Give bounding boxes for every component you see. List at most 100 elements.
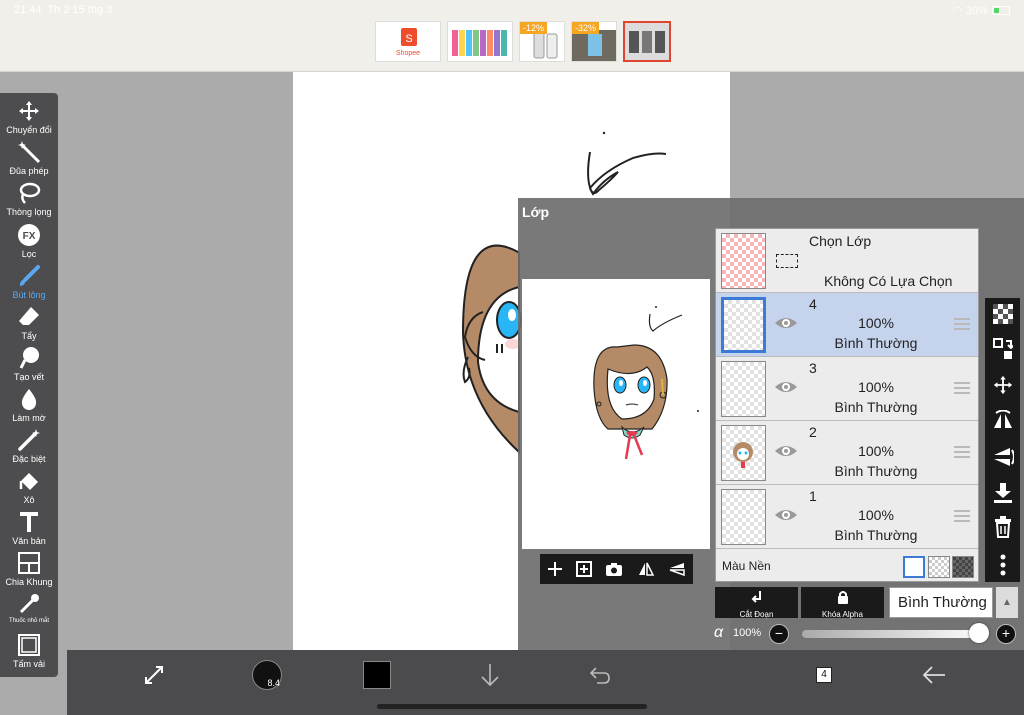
visibility-eye-icon[interactable] xyxy=(774,443,798,464)
layer-row[interactable]: 2 100% Bình Thường xyxy=(716,421,978,485)
tool-eraser[interactable]: Tẩy xyxy=(0,305,58,341)
ad-thumbnail-shopee[interactable]: S Shopee xyxy=(375,21,441,62)
tool-label: Tẩy xyxy=(21,331,37,341)
tool-magic-wand[interactable]: Đũa phép xyxy=(0,140,58,176)
alpha-lock-button[interactable]: Khóa Alpha xyxy=(801,587,884,619)
more-options-icon[interactable] xyxy=(985,554,1020,576)
merge-down-icon[interactable] xyxy=(985,482,1020,504)
tool-label: Tấm vải xyxy=(12,659,45,669)
undo-button[interactable] xyxy=(585,650,615,700)
color-picker-button[interactable] xyxy=(359,650,395,700)
ad-thumbnail-phone[interactable]: -12% xyxy=(519,21,565,62)
layer-opacity: 100% xyxy=(858,507,894,523)
arrow-left-icon xyxy=(922,666,945,684)
opacity-slider-knob[interactable] xyxy=(969,623,989,643)
drag-handle-icon[interactable] xyxy=(954,446,970,461)
blend-mode-select[interactable]: Bình Thường xyxy=(889,587,993,618)
layer-row[interactable]: 1 100% Bình Thường xyxy=(716,485,978,549)
flip-layer-vertical-icon[interactable] xyxy=(985,446,1020,468)
visibility-eye-icon[interactable] xyxy=(774,315,798,336)
layer-list: Chọn Lớp Không Có Lựa Chọn 4 100% Bình T… xyxy=(715,228,979,582)
tool-blur[interactable]: Làm mờ xyxy=(0,387,58,423)
opacity-decrease-button[interactable]: − xyxy=(769,624,789,644)
layer-row[interactable]: 3 100% Bình Thường xyxy=(716,357,978,421)
transform-arrows-icon xyxy=(145,666,163,684)
drag-handle-icon[interactable] xyxy=(954,318,970,333)
layer-row[interactable]: 4 100% Bình Thường xyxy=(716,293,978,357)
special-brush-icon xyxy=(18,429,40,451)
discount-badge: -32% xyxy=(572,22,600,34)
brush-size-button[interactable]: 8.4 xyxy=(247,650,287,700)
background-white-swatch[interactable] xyxy=(903,556,925,578)
blur-drop-icon xyxy=(21,389,37,410)
tool-canvas[interactable]: Tấm vải xyxy=(0,633,58,669)
brush-icon xyxy=(20,265,40,286)
layer-number: 2 xyxy=(809,424,817,440)
background-dark-swatch[interactable] xyxy=(952,556,974,578)
background-color-label: Màu Nền xyxy=(722,559,771,573)
flip-layer-horizontal-icon[interactable] xyxy=(985,410,1020,432)
checker-icon[interactable] xyxy=(985,304,1020,324)
ad-thumbnail-pens[interactable] xyxy=(447,21,513,62)
duplicate-layer-icon[interactable] xyxy=(576,561,593,577)
background-transparent-swatch[interactable] xyxy=(928,556,950,578)
selection-layer-row[interactable]: Chọn Lớp Không Có Lựa Chọn xyxy=(716,229,978,293)
frame-divider-icon xyxy=(18,552,40,574)
tool-label: Chia Khung xyxy=(5,577,53,587)
quick-transform-button[interactable] xyxy=(137,650,171,700)
layer-blend-mode: Bình Thường xyxy=(834,527,918,543)
camera-icon[interactable] xyxy=(605,561,623,577)
status-time: 21:44 Th 2 15 thg 3 xyxy=(14,4,113,16)
delete-layer-icon[interactable] xyxy=(985,516,1020,538)
tool-label: Làm mờ xyxy=(12,413,46,423)
layer-count: 4 xyxy=(816,667,832,683)
layers-button[interactable]: 4 xyxy=(809,650,839,700)
add-layer-icon[interactable] xyxy=(547,561,563,577)
selection-marquee-icon xyxy=(776,254,798,268)
tool-lasso[interactable]: Thòng lọng xyxy=(0,181,58,217)
opacity-slider[interactable] xyxy=(802,630,988,638)
down-arrow-button[interactable] xyxy=(475,650,505,700)
move-layer-icon[interactable] xyxy=(985,374,1020,396)
selection-thumbnail xyxy=(721,233,766,289)
tool-brush[interactable]: Bút lông xyxy=(0,264,58,300)
tool-special[interactable]: Đặc biệt xyxy=(0,428,58,464)
drag-handle-icon[interactable] xyxy=(954,510,970,525)
tool-frame-divider[interactable]: Chia Khung xyxy=(0,551,58,587)
ad-label: Shopee xyxy=(395,50,421,57)
layer-number: 4 xyxy=(809,296,817,312)
tool-label: Văn bản xyxy=(12,536,46,546)
blend-mode-value: Bình Thường xyxy=(898,594,987,611)
tool-label: Đũa phép xyxy=(9,166,49,176)
clipping-button[interactable]: Cắt Đoạn xyxy=(715,587,798,619)
drag-handle-icon[interactable] xyxy=(954,382,970,397)
layer-thumbnail xyxy=(721,425,766,481)
tool-label: Thòng lọng xyxy=(6,207,52,217)
tool-transform[interactable]: Chuyển đổi xyxy=(0,99,58,135)
flip-vertical-icon[interactable] xyxy=(668,561,686,577)
layer-action-bar xyxy=(540,554,693,584)
ad-thumbnail-accessory[interactable]: -32% xyxy=(571,21,617,62)
blend-mode-dropdown-icon[interactable]: ▲ xyxy=(996,587,1018,618)
tool-label: Xô xyxy=(23,495,35,505)
smudge-icon xyxy=(19,347,39,369)
tool-text[interactable]: Văn bản xyxy=(0,510,58,546)
tool-filter[interactable]: FX Lọc xyxy=(0,223,58,259)
ad-thumbnail-selected[interactable] xyxy=(623,21,671,62)
layer-blend-mode: Bình Thường xyxy=(834,399,918,415)
back-button[interactable] xyxy=(919,650,949,700)
app-screen: 21:44 Th 2 15 thg 3 ◠ 30% S Shopee -12% … xyxy=(0,0,1024,715)
layer-thumbnail xyxy=(721,489,766,545)
opacity-increase-button[interactable]: + xyxy=(996,624,1016,644)
visibility-eye-icon[interactable] xyxy=(774,507,798,528)
tool-bucket[interactable]: Xô xyxy=(0,469,58,505)
selection-layer-title: Chọn Lớp xyxy=(809,233,872,249)
visibility-eye-icon[interactable] xyxy=(774,379,798,400)
transfer-layer-icon[interactable] xyxy=(985,338,1020,360)
fx-filter-icon: FX xyxy=(18,224,40,246)
tool-eyedropper[interactable]: Thuốc nhỏ mắt xyxy=(0,592,58,624)
tool-smudge[interactable]: Tạo vết xyxy=(0,346,58,382)
home-indicator xyxy=(377,704,647,709)
layer-panel-title: Lớp xyxy=(522,204,550,220)
flip-horizontal-icon[interactable] xyxy=(637,561,655,577)
